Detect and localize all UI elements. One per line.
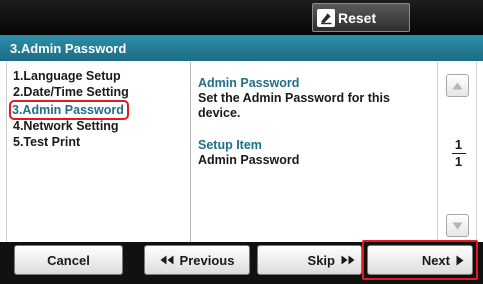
double-chevron-right-icon	[341, 255, 355, 265]
scroll-column: 1 1	[437, 62, 478, 242]
menu-item-test-print[interactable]: 5.Test Print	[13, 135, 190, 151]
triangle-up-icon	[452, 82, 463, 89]
setup-item-heading: Setup Item	[198, 138, 262, 152]
scroll-down-button[interactable]	[446, 214, 469, 237]
top-bar: Reset	[0, 0, 483, 35]
page-title: 3.Admin Password	[0, 35, 483, 61]
content-panel: 1.Language Setup 2.Date/Time Setting 3.A…	[6, 62, 477, 242]
menu-item-network-setting[interactable]: 4.Network Setting	[13, 119, 190, 135]
cancel-label: Cancel	[47, 252, 90, 268]
reset-label: Reset	[338, 9, 377, 26]
next-highlight-frame	[362, 240, 478, 280]
detail-description-line2: device.	[198, 106, 241, 120]
pencil-eraser-icon	[317, 8, 335, 27]
triangle-down-icon	[452, 222, 463, 229]
setup-item-value: Admin Password	[198, 153, 300, 167]
double-chevron-left-icon	[160, 255, 174, 265]
page-current: 1	[454, 137, 463, 152]
previous-button[interactable]: Previous	[144, 245, 250, 275]
page-total: 1	[454, 154, 463, 169]
skip-button[interactable]: Skip	[257, 245, 362, 275]
cancel-button[interactable]: Cancel	[14, 245, 123, 275]
detail-description-line1: Set the Admin Password for this	[198, 91, 390, 105]
scroll-up-button[interactable]	[446, 74, 469, 97]
page-indicator: 1 1	[438, 138, 479, 169]
detail-heading: Admin Password	[198, 76, 300, 90]
previous-label: Previous	[179, 252, 235, 268]
skip-label: Skip	[307, 252, 335, 268]
reset-button[interactable]: Reset	[312, 3, 410, 32]
detail-panel: Admin Password Set the Admin Password fo…	[198, 62, 438, 242]
menu-item-admin-password[interactable]: 3.Admin Password	[9, 100, 129, 120]
setup-menu-list: 1.Language Setup 2.Date/Time Setting 3.A…	[7, 62, 191, 242]
menu-item-date-time-setting[interactable]: 2.Date/Time Setting	[13, 85, 190, 101]
menu-item-language-setup[interactable]: 1.Language Setup	[13, 69, 190, 85]
